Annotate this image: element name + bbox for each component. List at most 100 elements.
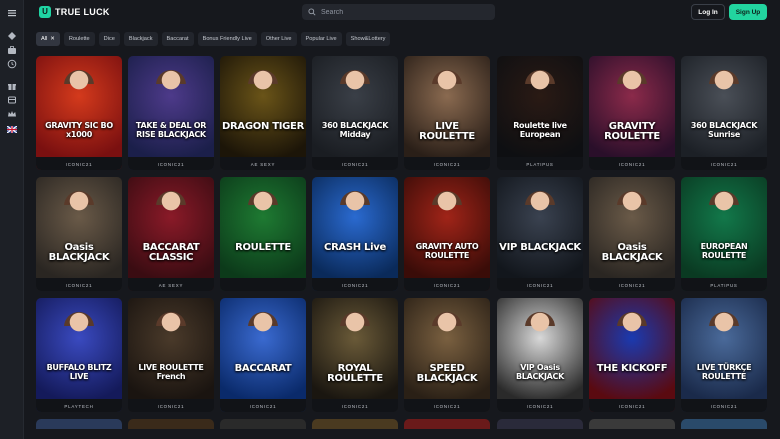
game-tile[interactable] <box>497 419 583 429</box>
game-title: VIP Oasis BLACKJACK <box>516 363 564 381</box>
game-tile[interactable]: BACCARAT CLASSIC AE SEXY <box>128 177 214 291</box>
game-tile[interactable]: BACCARAT ICONIC21 <box>220 298 306 412</box>
game-tile[interactable] <box>312 419 398 429</box>
dealer-image <box>248 70 278 126</box>
game-tile[interactable]: LIVE ROULETTE ICONIC21 <box>404 56 490 170</box>
dealer-image <box>525 191 555 247</box>
filter-chip-label: Other Live <box>265 36 292 42</box>
game-provider: ICONIC21 <box>433 162 461 167</box>
filter-chip[interactable]: Show&Lottery <box>345 32 391 46</box>
game-title: LIVE TÜRKÇE ROULETTE <box>696 363 752 381</box>
diamond-icon[interactable] <box>6 31 18 43</box>
search-box[interactable] <box>302 4 495 20</box>
game-provider: ICONIC21 <box>433 404 461 409</box>
game-tile[interactable]: VIP Oasis BLACKJACK ICONIC21 <box>497 298 583 412</box>
game-tile[interactable]: LIVE TÜRKÇE ROULETTE ICONIC21 <box>681 298 767 412</box>
game-title: LIVE ROULETTE <box>419 121 475 142</box>
filter-chip[interactable]: Roulette <box>63 32 95 46</box>
game-provider: ICONIC21 <box>65 162 93 167</box>
game-provider: ICONIC21 <box>526 283 554 288</box>
game-tile[interactable] <box>36 419 122 429</box>
game-tile[interactable] <box>128 419 214 429</box>
crown-icon[interactable] <box>6 109 18 121</box>
dealer-image <box>432 70 462 126</box>
menu-icon[interactable] <box>6 8 18 20</box>
dealer-image <box>617 312 647 368</box>
card-icon[interactable] <box>6 95 18 107</box>
game-tile[interactable]: 360 BLACKJACK Sunrise ICONIC21 <box>681 56 767 170</box>
game-title: GRAVITY SIC BO x1000 <box>45 121 113 139</box>
filter-chip[interactable]: Popular Live <box>300 32 342 46</box>
game-provider: ICONIC21 <box>65 283 93 288</box>
dealer-image <box>432 312 462 368</box>
game-tile[interactable]: Oasis BLACKJACK ICONIC21 <box>589 177 675 291</box>
dealer-image <box>340 312 370 368</box>
game-provider: ICONIC21 <box>710 404 738 409</box>
dealer-image <box>64 70 94 126</box>
filter-chip[interactable]: Bonus Friendly Live <box>197 32 257 46</box>
filter-chip-label: Bonus Friendly Live <box>202 36 252 42</box>
game-tile[interactable]: BUFFALO BLITZ LIVE PLAYTECH <box>36 298 122 412</box>
filter-chip-label: Baccarat <box>166 36 189 42</box>
filter-chip-label: Popular Live <box>305 36 337 42</box>
filter-chip[interactable]: Other Live <box>260 32 297 46</box>
game-tile[interactable] <box>589 419 675 429</box>
game-tile[interactable]: Roulette live European PLATIPUS <box>497 56 583 170</box>
game-tile[interactable]: GRAVITY ROULETTE ICONIC21 <box>589 56 675 170</box>
game-tile[interactable]: GRAVITY SIC BO x1000 ICONIC21 <box>36 56 122 170</box>
game-tile[interactable]: SPEED BLACKJACK ICONIC21 <box>404 298 490 412</box>
sidebar <box>0 0 24 439</box>
login-button[interactable]: Log In <box>691 4 725 20</box>
signup-button[interactable]: Sign Up <box>729 4 767 20</box>
game-tile[interactable]: 360 BLACKJACK Midday ICONIC21 <box>312 56 398 170</box>
provider-bar <box>220 278 306 291</box>
game-provider: ICONIC21 <box>710 162 738 167</box>
game-tile[interactable] <box>404 419 490 429</box>
game-tile[interactable]: ROULETTE <box>220 177 306 291</box>
game-provider: PLATIPUS <box>526 162 554 167</box>
game-provider: ICONIC21 <box>618 404 646 409</box>
game-tile[interactable]: THE KICKOFF ICONIC21 <box>589 298 675 412</box>
dealer-image <box>709 191 739 247</box>
gift-icon[interactable] <box>6 81 18 93</box>
game-title: TAKE & DEAL OR RISE BLACKJACK <box>135 121 207 139</box>
briefcase-icon[interactable] <box>6 45 18 57</box>
filter-chip-label: All <box>41 36 48 42</box>
game-title: ROYAL ROULETTE <box>327 363 383 384</box>
game-provider: AE SEXY <box>158 283 184 288</box>
dealer-image <box>617 191 647 247</box>
dealer-image <box>525 70 555 126</box>
filter-chip[interactable]: Dice <box>98 32 120 46</box>
game-tile[interactable]: Oasis BLACKJACK ICONIC21 <box>36 177 122 291</box>
game-tile[interactable]: EUROPEAN ROULETTE PLATIPUS <box>681 177 767 291</box>
game-title: BACCARAT <box>234 363 292 374</box>
game-tile[interactable]: TAKE & DEAL OR RISE BLACKJACK ICONIC21 <box>128 56 214 170</box>
game-tile[interactable] <box>681 419 767 429</box>
game-tile[interactable]: CRASH Live ICONIC21 <box>312 177 398 291</box>
close-icon[interactable]: ✕ <box>50 32 55 46</box>
filter-chip[interactable]: Baccarat <box>161 32 194 46</box>
search-input[interactable] <box>321 8 471 16</box>
game-provider: PLATIPUS <box>710 283 738 288</box>
uk-flag-icon[interactable] <box>6 124 18 136</box>
game-title: EUROPEAN ROULETTE <box>700 242 748 260</box>
game-title: Oasis BLACKJACK <box>601 242 663 263</box>
filter-chip[interactable]: All ✕ <box>36 32 60 46</box>
dealer-image <box>617 70 647 126</box>
game-title: VIP BLACKJACK <box>499 242 581 253</box>
game-tile[interactable]: VIP BLACKJACK ICONIC21 <box>497 177 583 291</box>
game-tile[interactable]: ROYAL ROULETTE ICONIC21 <box>312 298 398 412</box>
logo-mark-icon: U <box>39 6 51 18</box>
game-provider: ICONIC21 <box>157 162 185 167</box>
dealer-image <box>340 70 370 126</box>
filter-chip[interactable]: Blackjack <box>123 32 158 46</box>
dealer-image <box>248 312 278 368</box>
game-title: THE KICKOFF <box>596 363 668 374</box>
clock-icon[interactable] <box>6 59 18 71</box>
game-tile[interactable] <box>220 419 306 429</box>
game-tile[interactable]: LIVE ROULETTE French ICONIC21 <box>128 298 214 412</box>
game-tile[interactable]: DRAGON TIGER AE SEXY <box>220 56 306 170</box>
game-tile[interactable]: GRAVITY AUTO ROULETTE ICONIC21 <box>404 177 490 291</box>
brand-logo[interactable]: U TRUE LUCK <box>39 5 110 19</box>
game-provider: PLAYTECH <box>64 404 94 409</box>
